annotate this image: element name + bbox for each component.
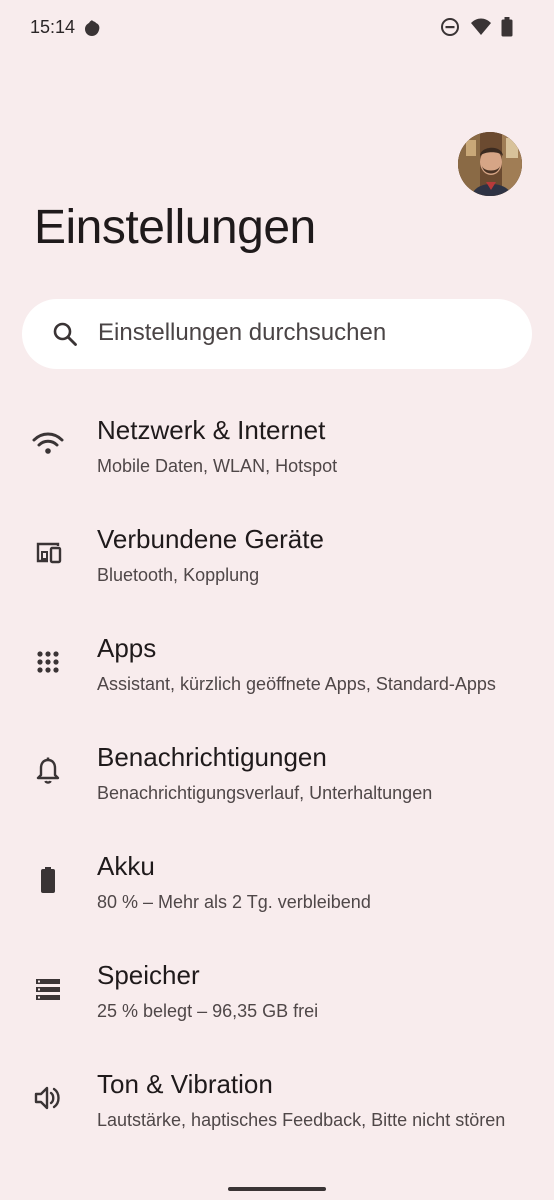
settings-item-connected-devices[interactable]: Verbundene Geräte Bluetooth, Kopplung <box>0 505 554 614</box>
do-not-disturb-icon <box>440 16 460 38</box>
status-bar: 15:14 <box>0 0 554 56</box>
settings-item-battery[interactable]: Akku 80 % – Mehr als 2 Tg. verbleibend <box>0 832 554 941</box>
settings-item-network[interactable]: Netzwerk & Internet Mobile Daten, WLAN, … <box>0 396 554 505</box>
settings-item-subtitle: Mobile Daten, WLAN, Hotspot <box>97 456 338 476</box>
profile-avatar[interactable] <box>458 132 522 196</box>
bell-icon <box>30 753 66 789</box>
settings-item-apps[interactable]: Apps Assistant, kürzlich geöffnete Apps,… <box>0 614 554 723</box>
settings-item-storage[interactable]: Speicher 25 % belegt – 96,35 GB frei <box>0 941 554 1050</box>
settings-item-title: Ton & Vibration <box>97 1069 273 1099</box>
wifi-icon <box>30 426 66 462</box>
volume-icon <box>30 1080 66 1116</box>
apps-grid-icon <box>30 644 66 680</box>
notification-blob-icon <box>82 18 102 38</box>
home-gesture-bar[interactable] <box>228 1187 326 1191</box>
search-placeholder: Einstellungen durchsuchen <box>98 319 387 346</box>
battery-icon <box>500 16 520 38</box>
wifi-icon <box>470 16 491 38</box>
search-bar[interactable]: Einstellungen durchsuchen <box>22 299 532 369</box>
settings-item-sound[interactable]: Ton & Vibration Lautstärke, haptisches F… <box>0 1050 554 1159</box>
settings-item-title: Verbundene Geräte <box>97 524 324 554</box>
page-title: Einstellungen <box>34 201 316 254</box>
settings-item-subtitle: 25 % belegt – 96,35 GB frei <box>97 1001 319 1021</box>
settings-item-subtitle: 80 % – Mehr als 2 Tg. verbleibend <box>97 892 371 912</box>
settings-item-subtitle: Assistant, kürzlich geöffnete Apps, Stan… <box>97 674 496 694</box>
settings-item-notifications[interactable]: Benachrichtigungen Benachrichtigungsverl… <box>0 723 554 832</box>
battery-icon <box>30 862 66 898</box>
settings-item-subtitle: Lautstärke, haptisches Feedback, Bitte n… <box>97 1110 506 1130</box>
settings-item-title: Apps <box>97 633 157 663</box>
devices-icon <box>30 535 66 571</box>
status-time: 15:14 <box>30 17 76 37</box>
settings-item-subtitle: Benachrichtigungsverlauf, Unterhaltungen <box>97 783 433 803</box>
storage-icon <box>30 971 66 1007</box>
settings-item-title: Speicher <box>97 960 200 990</box>
settings-item-title: Akku <box>97 851 155 881</box>
settings-list: Netzwerk & Internet Mobile Daten, WLAN, … <box>0 396 554 1159</box>
settings-item-subtitle: Bluetooth, Kopplung <box>97 565 260 585</box>
settings-item-title: Netzwerk & Internet <box>97 415 326 445</box>
search-icon <box>52 321 78 347</box>
settings-item-title: Benachrichtigungen <box>97 742 327 772</box>
